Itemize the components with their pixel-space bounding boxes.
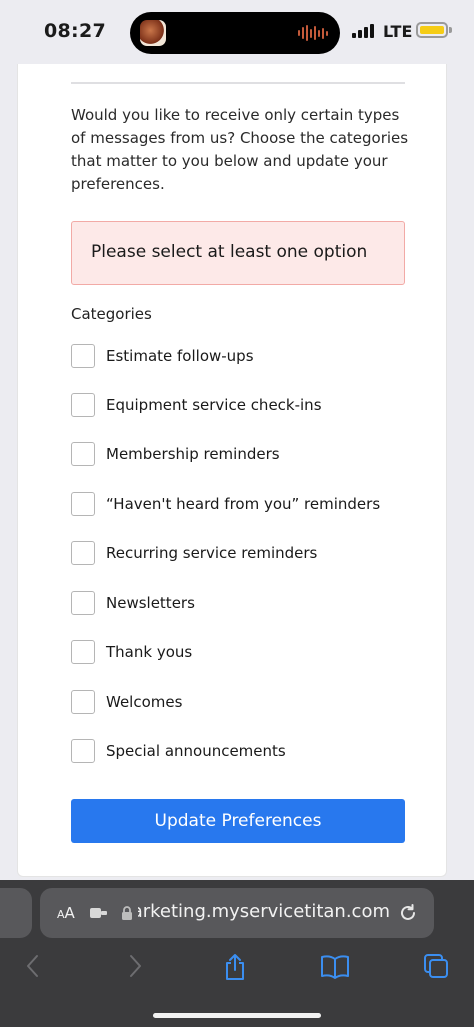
status-bar: 08:27 LTE bbox=[0, 0, 474, 64]
checkbox[interactable] bbox=[71, 492, 95, 516]
categories-label: Categories bbox=[71, 305, 152, 323]
option-label: Estimate follow-ups bbox=[106, 347, 254, 365]
option-label: “Haven't heard from you” reminders bbox=[106, 495, 381, 513]
intro-text: Would you like to receive only certain t… bbox=[71, 106, 409, 193]
option-special-announcements[interactable]: Special announcements bbox=[71, 738, 286, 764]
option-recurring-service-reminders[interactable]: Recurring service reminders bbox=[71, 540, 317, 566]
checkbox[interactable] bbox=[71, 393, 95, 417]
extension-icon[interactable] bbox=[89, 906, 109, 920]
option-label: Welcomes bbox=[106, 693, 183, 711]
checkbox[interactable] bbox=[71, 541, 95, 565]
checkbox[interactable] bbox=[71, 591, 95, 615]
battery-icon bbox=[416, 22, 448, 38]
status-time: 08:27 bbox=[44, 20, 106, 42]
share-icon[interactable] bbox=[222, 953, 248, 981]
url-text[interactable]: marketing.myservicetitan.com bbox=[138, 901, 390, 922]
audio-waveform-icon bbox=[298, 25, 328, 41]
checkbox[interactable] bbox=[71, 344, 95, 368]
update-preferences-button[interactable]: Update Preferences bbox=[71, 799, 405, 843]
divider bbox=[71, 82, 405, 84]
cellular-signal-icon bbox=[352, 24, 374, 38]
option-havent-heard-from-you-reminders[interactable]: “Haven't heard from you” reminders bbox=[71, 491, 380, 517]
home-indicator bbox=[153, 1013, 321, 1018]
option-equipment-service-check-ins[interactable]: Equipment service check-ins bbox=[71, 392, 322, 418]
option-label: Equipment service check-ins bbox=[106, 396, 322, 414]
checkbox[interactable] bbox=[71, 640, 95, 664]
forward-icon[interactable] bbox=[127, 953, 143, 979]
option-thank-yous[interactable]: Thank yous bbox=[71, 639, 192, 665]
option-label: Thank yous bbox=[106, 643, 193, 661]
checkbox[interactable] bbox=[71, 690, 95, 714]
alert-message: Please select at least one option bbox=[91, 242, 368, 262]
bookmarks-icon[interactable] bbox=[320, 953, 350, 979]
now-playing-artwork-icon bbox=[140, 20, 166, 46]
battery-level bbox=[420, 26, 444, 34]
browser-toolbar: AA marketing.myservicetitan.com bbox=[0, 880, 474, 1027]
battery-cap bbox=[449, 27, 452, 33]
reload-icon[interactable] bbox=[397, 902, 419, 924]
lock-icon bbox=[122, 906, 132, 920]
option-label: Newsletters bbox=[106, 594, 195, 612]
tabs-icon[interactable] bbox=[423, 953, 449, 979]
checkbox[interactable] bbox=[71, 442, 95, 466]
option-membership-reminders[interactable]: Membership reminders bbox=[71, 441, 280, 467]
option-welcomes[interactable]: Welcomes bbox=[71, 689, 182, 715]
option-label: Special announcements bbox=[106, 742, 286, 760]
preferences-card: Would you like to receive only certain t… bbox=[17, 64, 447, 877]
dynamic-island[interactable] bbox=[130, 12, 340, 54]
validation-alert: Please select at least one option bbox=[71, 221, 405, 285]
option-label: Membership reminders bbox=[106, 445, 280, 463]
option-label: Recurring service reminders bbox=[106, 544, 318, 562]
back-icon[interactable] bbox=[25, 953, 41, 979]
network-type: LTE bbox=[383, 22, 413, 41]
address-bar[interactable]: AA marketing.myservicetitan.com bbox=[40, 888, 434, 938]
previous-tab-peek[interactable] bbox=[0, 888, 32, 938]
checkbox[interactable] bbox=[71, 739, 95, 763]
option-estimate-follow-ups[interactable]: Estimate follow-ups bbox=[71, 343, 254, 369]
text-size-button[interactable]: AA bbox=[57, 904, 75, 922]
option-newsletters[interactable]: Newsletters bbox=[71, 590, 195, 616]
